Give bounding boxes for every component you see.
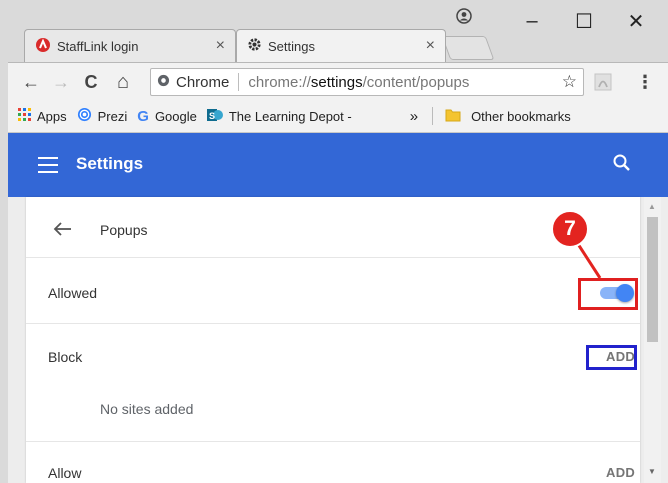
url-prefix: chrome://	[248, 73, 311, 91]
bookmark-label: Other bookmarks	[471, 108, 571, 124]
tab-settings[interactable]: Settings ×	[236, 29, 446, 62]
tab-close-button[interactable]: ×	[216, 37, 225, 55]
add-highlight-box	[586, 345, 637, 370]
sharepoint-icon: S	[206, 107, 223, 126]
apps-grid-icon	[18, 108, 31, 124]
tab-title: Settings	[268, 38, 315, 54]
scroll-down-arrow-icon[interactable]: ▼	[648, 467, 656, 476]
url-host: settings	[310, 73, 363, 91]
bookmark-prezi[interactable]: Prezi	[77, 107, 128, 125]
popups-card: Popups Allowed Block ADD No sites added …	[26, 197, 640, 483]
back-arrow-icon[interactable]	[52, 221, 74, 239]
bookmarks-overflow-button[interactable]: »	[410, 108, 418, 125]
svg-text:S: S	[209, 111, 215, 121]
url-path: /content/popups	[362, 73, 470, 91]
toggle-highlight-box	[578, 278, 638, 310]
stafflink-logo-icon	[35, 37, 51, 56]
page-scrollbar[interactable]: ▲ ▼	[644, 197, 661, 483]
allow-add-button[interactable]: ADD	[606, 465, 635, 480]
page-title: Settings	[76, 154, 144, 173]
tab-strip: StaffLink login × Settings × – ☐ ✕	[8, 0, 668, 62]
browser-toolbar: ← → C ⌂ Chrome chrome://settings/content…	[8, 62, 668, 101]
extension-icon[interactable]	[592, 71, 614, 93]
gear-icon	[247, 37, 262, 55]
tab-stafflink-login[interactable]: StaffLink login ×	[24, 29, 236, 62]
bookmark-label: Prezi	[97, 108, 128, 124]
bookmark-label: Google	[154, 108, 197, 124]
settings-header: Settings	[8, 133, 668, 197]
omnibox-divider	[238, 73, 240, 91]
site-chip-label: Chrome	[176, 73, 230, 91]
minimize-button[interactable]: –	[512, 6, 552, 36]
back-button[interactable]: ←	[20, 71, 42, 93]
chrome-menu-button[interactable]: ⋮	[634, 71, 656, 93]
bookmarks-divider	[432, 107, 434, 125]
search-icon[interactable]	[612, 153, 636, 177]
home-button[interactable]: ⌂	[112, 71, 134, 93]
new-tab-button[interactable]	[441, 36, 495, 60]
divider	[26, 441, 640, 442]
folder-icon	[445, 108, 461, 125]
url-text[interactable]: chrome://settings/content/popups	[248, 74, 469, 91]
hamburger-menu-icon[interactable]	[38, 157, 58, 173]
divider	[26, 257, 640, 258]
bookmark-apps[interactable]: Apps	[18, 108, 67, 124]
chrome-logo-icon	[157, 74, 170, 91]
tab-title: StaffLink login	[57, 38, 139, 54]
address-bar[interactable]: Chrome chrome://settings/content/popups …	[150, 68, 584, 96]
subpage-title: Popups	[100, 222, 148, 238]
block-label: Block	[48, 349, 83, 365]
bookmark-star-icon[interactable]: ☆	[562, 72, 577, 92]
bookmark-learning-depot[interactable]: S The Learning Depot -	[206, 107, 352, 126]
forward-button[interactable]: →	[50, 71, 72, 93]
bookmark-label: The Learning Depot -	[228, 108, 352, 124]
reload-button[interactable]: C	[80, 71, 102, 93]
scroll-up-arrow-icon[interactable]: ▲	[648, 202, 656, 211]
profile-icon[interactable]	[452, 4, 476, 28]
site-chip[interactable]: Chrome	[157, 74, 229, 91]
prezi-icon	[77, 107, 92, 125]
allowed-label: Allowed	[48, 285, 98, 301]
close-window-button[interactable]: ✕	[616, 6, 656, 36]
divider	[26, 323, 640, 324]
bookmark-google[interactable]: G Google	[137, 108, 197, 125]
google-icon: G	[137, 107, 149, 125]
block-empty-message: No sites added	[100, 401, 194, 417]
scroll-thumb[interactable]	[647, 217, 658, 342]
bookmarks-bar: Apps Prezi G Google S The Learning Depot…	[8, 100, 668, 133]
tab-close-button[interactable]: ×	[426, 37, 435, 55]
bookmark-label: Apps	[37, 108, 67, 124]
allow-label: Allow	[48, 465, 82, 481]
step-number-badge: 7	[551, 210, 589, 248]
maximize-button[interactable]: ☐	[564, 6, 604, 36]
bookmark-other[interactable]: Other bookmarks	[445, 108, 571, 125]
